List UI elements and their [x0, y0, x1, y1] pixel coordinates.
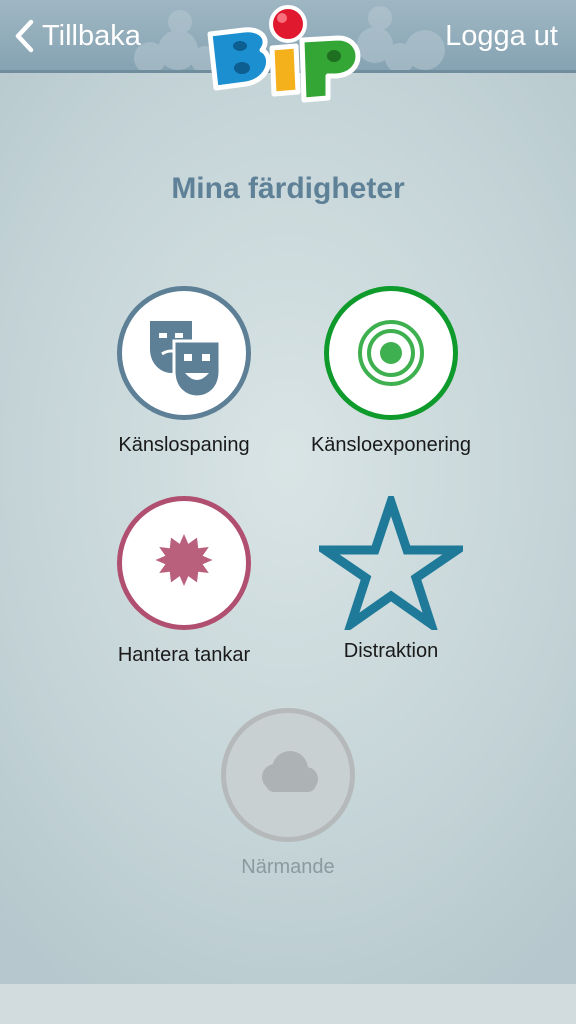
skill-label: Närmande: [241, 856, 335, 878]
star-icon: [310, 487, 472, 636]
chevron-left-icon: [15, 19, 34, 53]
skill-label: Distraktion: [343, 640, 439, 662]
skill-kansloexponering[interactable]: Känsloexponering: [291, 286, 491, 457]
footer-bar: [0, 984, 576, 1024]
skill-circle: [117, 496, 251, 630]
skill-star-wrapper: [310, 487, 472, 636]
masks-icon: [150, 321, 222, 399]
logout-button-label: Logga ut: [445, 19, 558, 52]
logout-button[interactable]: Logga ut: [445, 14, 558, 58]
skill-label: Hantera tankar: [117, 644, 251, 666]
target-icon: [358, 320, 424, 386]
skill-kanslospaning[interactable]: Känslospaning: [84, 286, 284, 457]
starburst-icon: [155, 534, 213, 586]
skill-label: Känslospaning: [118, 434, 250, 456]
skill-distraktion[interactable]: Distraktion: [291, 487, 491, 663]
skill-circle: [117, 286, 251, 420]
skill-circle: [221, 708, 355, 842]
back-button-label: Tillbaka: [42, 19, 141, 52]
bip-logo: [207, 5, 361, 103]
cloud-icon: [262, 751, 318, 792]
skill-circle: [324, 286, 458, 420]
back-button[interactable]: Tillbaka: [14, 14, 141, 58]
skill-hantera-tankar[interactable]: Hantera tankar: [84, 496, 284, 667]
skill-label: Känsloexponering: [310, 434, 472, 456]
skill-narmande[interactable]: Närmande: [188, 708, 388, 879]
page-title: Mina färdigheter: [171, 172, 405, 205]
